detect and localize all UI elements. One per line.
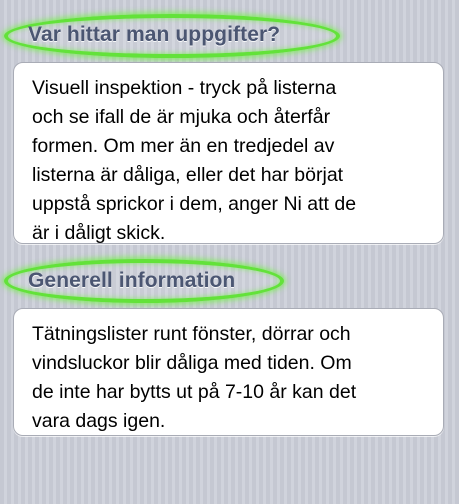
- section-title: Generell information: [28, 269, 236, 292]
- info-card-where-to-find: Visuell inspektion - tryck på listerna o…: [13, 62, 444, 244]
- section-title: Var hittar man uppgifter?: [28, 23, 281, 46]
- info-card-general-info: Tätningslister runt fönster, dörrar och …: [13, 308, 444, 436]
- card-body-text: Visuell inspektion - tryck på listerna o…: [32, 77, 357, 244]
- card-body-text: Tätningslister runt fönster, dörrar och …: [32, 323, 357, 432]
